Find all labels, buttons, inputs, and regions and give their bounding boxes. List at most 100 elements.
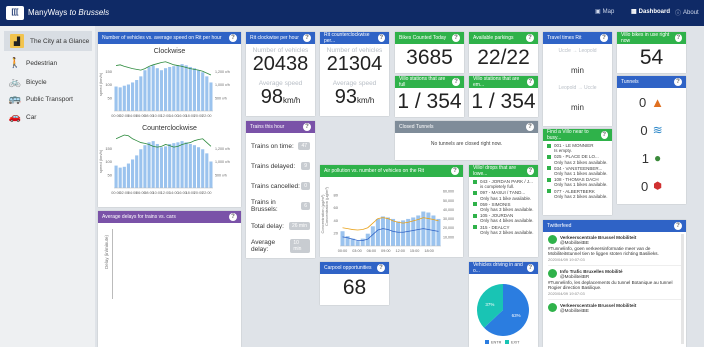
sidebar-item-city-glance[interactable]: ▟ The City at a Glance [4, 31, 92, 51]
carpool-panel: Carpool opportunities? 68 [320, 262, 389, 305]
y-axis-label: Delay (in/minute) [104, 235, 109, 270]
y2-tick-label: 500 v/h [215, 96, 227, 100]
chart-bar [143, 145, 147, 188]
y2-tick-label: 30,000 [443, 217, 454, 221]
tweet: Info Trafic Bruxelles Mobilité @Mobilitei… [548, 269, 681, 280]
list-item[interactable]: 108 - THOMAS DACH Only has 1 bikes availa… [547, 177, 608, 187]
trains-row: Trains delayed: 9 [246, 156, 315, 176]
chart-bar [188, 66, 192, 111]
chart-bar [159, 147, 163, 188]
chart-title: Clockwise [153, 48, 186, 55]
chart-bar [155, 68, 159, 111]
chart-bar [197, 70, 201, 111]
series-line [115, 61, 212, 76]
chart-bar [176, 65, 180, 111]
trains-row: Trains cancelled: 0 [246, 176, 315, 196]
list-item[interactable]: 059 - SIMONIS Only has 3 bikes available. [473, 202, 534, 212]
help-icon[interactable]: ? [303, 123, 311, 131]
sidebar-item-pedestrian[interactable]: 🚶 Pedestrian [4, 53, 92, 73]
closed-tunnels-panel: Closed Tunnels? No tunnels are closed ri… [395, 121, 538, 160]
x-tick-label: 22:00 [202, 114, 212, 118]
help-icon[interactable]: ? [452, 34, 460, 42]
help-icon[interactable]: ? [451, 167, 459, 175]
help-icon[interactable]: ? [674, 78, 682, 86]
chart-bar [205, 76, 209, 111]
nav-about[interactable]: ⓘ About [675, 8, 699, 18]
list-item[interactable]: 043 - JORDAN PARK / J... is completely fu… [473, 179, 534, 189]
help-icon[interactable]: ? [674, 222, 682, 230]
y2-tick-label: 1,000 v/h [215, 83, 230, 87]
y2-tick-label: 1,000 v/h [215, 160, 230, 164]
list-item[interactable]: 034 - VANSTEENBER... Only has 1 bikes ava… [547, 166, 608, 176]
help-icon[interactable]: ? [377, 264, 385, 272]
villo-empty-panel: Villo stations that are em...? 1 / 354 [469, 76, 538, 117]
list-item[interactable]: 105 - JOURDAN Only has 4 bikes available. [473, 213, 534, 223]
y2-tick-label: 40,000 [443, 208, 454, 212]
status-square [473, 190, 477, 195]
tweet-time: 2020/04/09 19:07:03 [548, 256, 585, 262]
avatar [548, 269, 557, 279]
status-square [473, 179, 477, 184]
status-square [547, 177, 551, 182]
help-icon[interactable]: ? [674, 34, 682, 42]
scrollbar[interactable] [681, 234, 684, 344]
help-icon[interactable]: ? [526, 123, 534, 131]
top-bar: [[[ ManyWays to Brussels ▣ Map ▦ Dashboard… [0, 0, 704, 26]
panel-header: Bikes Counted Today? [395, 32, 464, 44]
help-icon[interactable]: ? [600, 34, 608, 42]
sidebar-item-car[interactable]: 🚗 Car [4, 107, 92, 127]
help-icon[interactable]: ? [526, 78, 534, 86]
chart-bar [436, 218, 441, 246]
vehicles-count: 21304 [326, 53, 383, 75]
panel-header: Closed Tunnels? [395, 121, 538, 133]
list-item[interactable]: 077 - ALBERTBERK Only has 2 bikes availab… [547, 189, 608, 199]
nav-map[interactable]: ▣ Map [595, 8, 614, 16]
chart-bar [122, 166, 126, 188]
y2-tick-label: 20,000 [443, 226, 454, 230]
chart-bar [159, 70, 163, 111]
pie-label: 37% [485, 302, 494, 307]
help-icon[interactable]: ? [229, 34, 237, 42]
vehicles-driving-panel: Vehicles driving in and o...? 63% 37% ENTR… [469, 262, 538, 347]
chart-bar [197, 147, 201, 188]
help-icon[interactable]: ? [526, 167, 534, 175]
chart-bar [118, 87, 122, 111]
dashboard-icon: ▦ [631, 9, 637, 15]
villo-busy-list: 001 - LE MONNIER Is empty. 025 - PLACE DE… [543, 141, 612, 202]
avatar [548, 235, 557, 244]
help-icon[interactable]: ? [526, 34, 534, 42]
chart-bar [391, 218, 396, 246]
tweet-feed[interactable]: Verkeerscentrale Brussel Mobiliteit @Mobi… [543, 232, 686, 317]
help-icon[interactable]: ? [452, 78, 460, 86]
help-icon[interactable]: ? [377, 34, 385, 42]
tunnels-panel: Tunnels? 0 ▲ 0 ≋ 1 ● 0 ⬢ [617, 76, 686, 204]
x-tick-label: 18:00 [424, 249, 434, 253]
rit-clockwise-panel: Rit clockwise per hour? Number of vehicl… [246, 32, 315, 116]
help-icon[interactable]: ? [229, 213, 237, 221]
sidebar-item-public-transport[interactable]: 🚌 Public Transport [4, 89, 92, 109]
help-icon[interactable]: ? [600, 131, 608, 139]
panel-header: Twitterfeed? [543, 220, 686, 232]
chart-bar [147, 142, 151, 188]
panel-header: Trains this hour? [246, 121, 315, 133]
nav-dashboard[interactable]: ▦ Dashboard [631, 8, 670, 16]
panel-header: Find a Villo near to busy...? [543, 129, 612, 141]
bicycle-icon: 🚲 [8, 76, 22, 88]
carpool-value: 68 [342, 276, 367, 299]
list-item[interactable]: 025 - PLACE DE LO... Only has 2 bikes ava… [547, 154, 608, 165]
list-item[interactable]: 097 - MASUI / TAND... Only has 1 bike ava… [473, 190, 534, 201]
tweet: Verkeerscentrale Brussel Mobiliteit @Mobi… [548, 303, 681, 314]
list-item[interactable]: 001 - LE MONNIER Is empty. [547, 143, 608, 153]
y-tick-label: 50 [108, 172, 113, 177]
route-label: Uccle → Leopold [558, 48, 597, 54]
status-square [473, 225, 477, 230]
chart-bar [172, 143, 176, 188]
travel-times-panel: Travel times Rit? Uccle → Leopold min Le… [543, 32, 612, 126]
y-tick-label: 80 [334, 192, 339, 197]
y2-tick-label: 1,200 v/h [215, 147, 230, 151]
help-icon[interactable]: ? [303, 34, 311, 42]
chart-bar [406, 218, 411, 246]
list-item[interactable]: 315 - DEALCY Only has 2 bikes available. [473, 225, 534, 235]
help-icon[interactable]: ? [526, 264, 534, 272]
tweet-text: #Tunnelinfo, les deplacements du tunnel … [548, 279, 673, 291]
